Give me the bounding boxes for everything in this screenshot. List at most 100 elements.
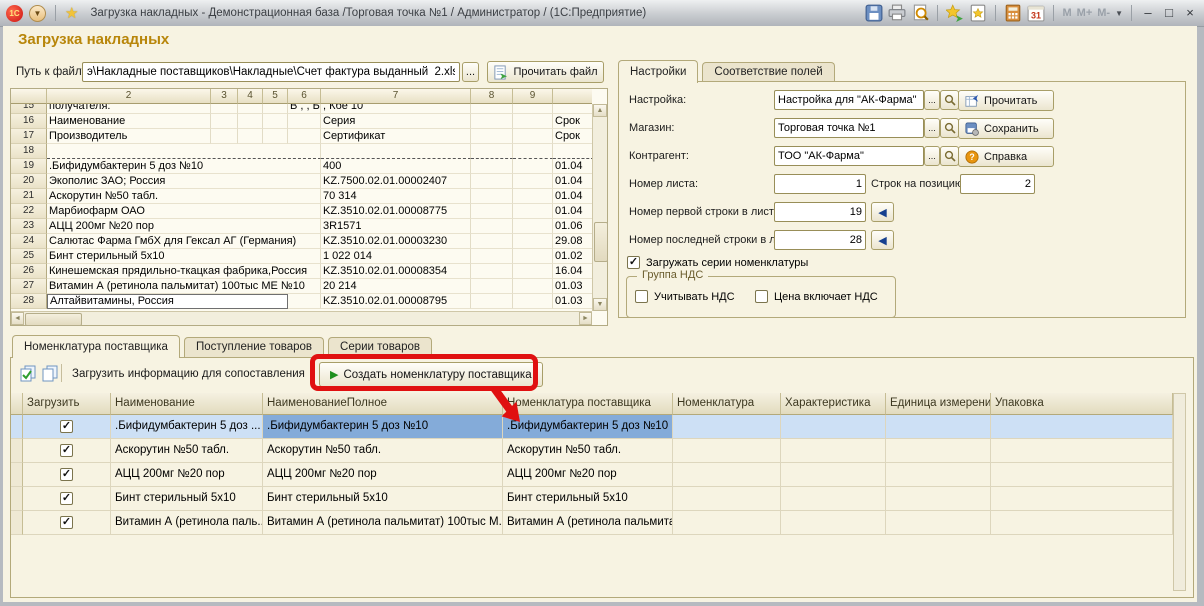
table-cell[interactable]: АЦЦ 200мг №20 пор — [263, 463, 503, 487]
scroll-down-icon[interactable]: ▼ — [593, 298, 607, 311]
grid-cell[interactable]: Сертификат — [321, 129, 471, 144]
grid-cell[interactable]: Производитель — [47, 129, 211, 144]
save-settings-button[interactable]: Сохранить — [958, 118, 1054, 139]
grid-cell[interactable]: Аскорутин №50 табл. — [47, 189, 321, 204]
check-all-pages-icon[interactable] — [19, 364, 37, 382]
row-number-cell[interactable]: 19 — [11, 159, 47, 174]
store-input[interactable]: Торговая точка №1 — [774, 118, 924, 138]
table-cell[interactable] — [781, 415, 886, 439]
grid-cell[interactable] — [288, 129, 321, 144]
favorites-list-icon[interactable] — [969, 4, 987, 22]
row-number-cell[interactable]: 15 — [11, 104, 47, 114]
tab-field-mapping[interactable]: Соответствие полей — [702, 62, 834, 82]
grid-cell[interactable]: KZ.3510.02.01.00008775 — [321, 204, 471, 219]
grid-cell[interactable] — [471, 264, 513, 279]
row-number-cell[interactable]: 28 — [11, 294, 47, 309]
grid-cell[interactable] — [471, 144, 513, 159]
memory-m-button[interactable]: M — [1062, 7, 1071, 19]
grid-cell[interactable] — [238, 104, 263, 114]
scroll-left-icon[interactable]: ◄ — [11, 312, 24, 325]
calculator-icon[interactable] — [1004, 4, 1022, 22]
table-header-7[interactable]: Единица измерения — [886, 393, 991, 415]
pick-last-row-button[interactable]: ◀ — [871, 230, 894, 250]
grid-cell[interactable]: Витамин А (ретинола пальмитат) 100тыс МЕ… — [47, 279, 321, 294]
grid-column-header[interactable]: 4 — [238, 89, 263, 104]
grid-cell[interactable] — [263, 129, 288, 144]
table-row[interactable]: ✓Аскорутин №50 табл.Аскорутин №50 табл.А… — [11, 439, 1193, 463]
row-number-cell[interactable]: 21 — [11, 189, 47, 204]
grid-column-header[interactable]: 2 — [47, 89, 211, 104]
grid-cell[interactable]: KZ.3510.02.01.00003230 — [321, 234, 471, 249]
grid-cell[interactable] — [513, 144, 553, 159]
grid-cell[interactable]: 01.02 — [553, 249, 592, 264]
grid-cell[interactable]: KZ.3510.02.01.00008795 — [321, 294, 471, 309]
tab-goods-receipt[interactable]: Поступление товаров — [184, 337, 324, 357]
grid-cell[interactable]: 01.04 — [553, 204, 592, 219]
read-settings-button[interactable]: Прочитать — [958, 90, 1054, 111]
table-cell[interactable] — [886, 439, 991, 463]
table-cell[interactable] — [673, 439, 781, 463]
load-checkbox-cell[interactable]: ✓ — [23, 463, 111, 487]
hscroll-thumb[interactable] — [25, 313, 82, 326]
row-number-cell[interactable]: 22 — [11, 204, 47, 219]
table-row[interactable]: ✓ Бинт стерильный 5х10 Бинт стерильный 5х1… — [11, 487, 1193, 511]
read-file-button[interactable]: Прочитать файл — [487, 61, 604, 83]
grid-cell[interactable] — [471, 219, 513, 234]
table-cell[interactable] — [781, 511, 886, 535]
memory-mplus-button[interactable]: M+ — [1077, 7, 1093, 19]
grid-cell[interactable]: Салютас Фарма ГмбХ для Гексал АГ (Герман… — [47, 234, 321, 249]
table-cell[interactable]: Бинт стерильный 5х10 — [503, 487, 673, 511]
grid-cell[interactable] — [513, 204, 553, 219]
vat-included-checkbox[interactable] — [755, 290, 768, 303]
grid-cell[interactable]: Срок — [553, 129, 592, 144]
row-checkbox[interactable]: ✓ — [60, 468, 73, 481]
table-cell[interactable] — [781, 487, 886, 511]
grid-cell[interactable]: Серия — [321, 114, 471, 129]
row-checkbox[interactable]: ✓ — [60, 516, 73, 529]
sheet-number-input[interactable]: 1 — [774, 174, 866, 194]
setting-magnifier-icon[interactable] — [940, 90, 959, 110]
grid-cell[interactable]: АЦЦ 200мг №20 пор — [47, 219, 321, 234]
store-browse-button[interactable]: ... — [924, 118, 940, 138]
grid-vertical-scrollbar[interactable]: ▲ ▼ — [592, 104, 607, 311]
table-cell[interactable]: Бинт стерильный 5х10 — [111, 487, 263, 511]
grid-cell[interactable]: 01.03 — [553, 294, 592, 309]
favorites-star-icon[interactable]: ★ — [65, 5, 78, 22]
main-menu-chevron-icon[interactable]: ▼ — [29, 5, 46, 22]
grid-cell[interactable]: В , , БИК — [288, 104, 321, 114]
load-series-checkbox[interactable]: ✓ — [627, 256, 640, 269]
table-cell[interactable]: .Бифидумбактерин 5 доз №10 — [263, 415, 503, 439]
table-cell[interactable] — [673, 463, 781, 487]
row-checkbox[interactable]: ✓ — [60, 492, 73, 505]
row-number-cell[interactable]: 24 — [11, 234, 47, 249]
table-row[interactable]: ✓.Бифидумбактерин 5 доз ....Бифидумбакте… — [11, 415, 1193, 439]
print-icon[interactable] — [888, 4, 906, 22]
grid-cell[interactable]: , Кбе 10 — [321, 104, 471, 114]
help-button[interactable]: ? Справка — [958, 146, 1054, 167]
grid-cell[interactable] — [471, 129, 513, 144]
grid-cell[interactable]: 400 — [321, 159, 471, 174]
table-cell[interactable]: Витамин А (ретинола пальмитат) 100тыс М.… — [263, 511, 503, 535]
grid-cell[interactable] — [288, 114, 321, 129]
table-cell[interactable]: АЦЦ 200мг №20 пор — [503, 463, 673, 487]
table-header-6[interactable]: Характеристика — [781, 393, 886, 415]
grid-cell[interactable] — [513, 264, 553, 279]
table-cell[interactable] — [886, 487, 991, 511]
grid-column-header[interactable]: 3 — [211, 89, 238, 104]
grid-column-header[interactable]: 9 — [513, 89, 553, 104]
table-cell[interactable] — [673, 511, 781, 535]
grid-cell[interactable] — [553, 104, 592, 114]
table-cell[interactable] — [991, 511, 1173, 535]
match-table-scrollbar[interactable] — [1173, 393, 1186, 591]
table-cell[interactable]: Аскорутин №50 табл. — [503, 439, 673, 463]
grid-cell[interactable]: 3R1571 — [321, 219, 471, 234]
maximize-button[interactable]: □ — [1161, 4, 1177, 22]
row-number-cell[interactable]: 17 — [11, 129, 47, 144]
load-checkbox-cell[interactable]: ✓ — [23, 487, 111, 511]
grid-cell[interactable]: .Бифидумбактерин 5 доз №10 — [47, 159, 321, 174]
row-number-cell[interactable]: 20 — [11, 174, 47, 189]
pick-first-row-button[interactable]: ◀ — [871, 202, 894, 222]
scroll-right-icon[interactable]: ► — [579, 312, 592, 325]
memory-mminus-button[interactable]: M- — [1097, 7, 1110, 19]
table-cell[interactable] — [886, 415, 991, 439]
